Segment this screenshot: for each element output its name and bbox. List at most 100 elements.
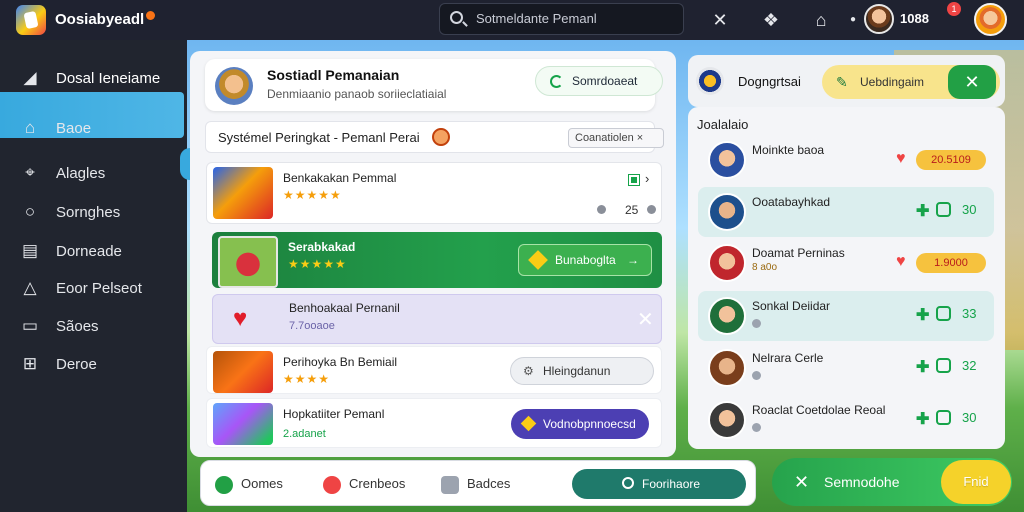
leaderboard-row[interactable]: Sonkal Deiidar ✚ 33 — [698, 291, 994, 341]
list-item-sub: 7.7ooaoe — [289, 320, 335, 332]
play-button[interactable]: Bunaboglta → — [518, 244, 652, 276]
sidebar-item-sornghes[interactable]: ○ Sornghes — [0, 194, 187, 230]
close-button[interactable]: ✕ — [948, 65, 996, 99]
toggle-icon[interactable] — [936, 202, 951, 217]
shape-icon: △ — [23, 278, 37, 297]
close-x-icon[interactable]: ✕ — [709, 9, 731, 31]
user-score: 1088 — [900, 11, 929, 26]
close-icon[interactable]: ✕ — [637, 307, 654, 332]
game-thumbnail — [218, 236, 278, 288]
status-dot-icon: ● — [849, 14, 857, 25]
primary-button[interactable]: Vodnobpnnoecsd — [511, 409, 649, 439]
player-score: 30 — [962, 202, 977, 217]
player-score: 32 — [962, 358, 977, 373]
toggle-icon[interactable] — [936, 306, 951, 321]
sidebar-item-label: Eoor Pelseot — [56, 280, 142, 297]
player-name: Nelrara Cerle — [752, 351, 824, 365]
find-button[interactable]: Fnid — [941, 460, 1011, 504]
chevron-right-icon[interactable]: › — [645, 171, 649, 186]
start-button[interactable]: ✕ Semnodohe Fnid — [772, 458, 1012, 506]
plus-icon[interactable]: ✚ — [916, 305, 929, 325]
sidebar-item-label: Sornghes — [56, 204, 121, 221]
player-avatar — [708, 193, 746, 231]
list-item[interactable]: Benkakakan Pemmal ★★★★★ › 25 — [206, 162, 662, 224]
list-item-sub: 2.adanet — [283, 428, 326, 440]
refresh-button[interactable]: Somrdoaeat — [535, 66, 663, 96]
list-item-title: Benhoakaal Pernanil — [289, 301, 400, 315]
app-logo-icon[interactable] — [16, 5, 46, 35]
plus-icon[interactable]: ✚ — [916, 357, 929, 377]
status-dot-icon — [752, 319, 761, 328]
app-title-text: Oosiabyeadl — [55, 11, 145, 28]
page-title: Sostiadl Pemanaian — [267, 67, 400, 83]
notification-badge: 1 — [947, 2, 961, 16]
sidebar-item-eoor-pelseot[interactable]: △ Eoor Pelseot — [0, 270, 187, 306]
primary-button-label: Vodnobpnnoecsd — [543, 417, 636, 431]
player-avatar — [708, 349, 746, 387]
header-card: Sostiadl Pemanaian Denmiaanio panaob sor… — [205, 59, 663, 111]
nav-item-badces[interactable]: Badces — [441, 472, 510, 496]
chat-bubble-icon[interactable]: ❖ — [760, 9, 782, 31]
player-score: 33 — [962, 306, 977, 321]
list-item[interactable]: Perihoyka Bn Bemiail ★★★★ ⚙ Hleingdanun — [206, 346, 662, 394]
leaderboard-row[interactable]: Ooatabayhkad ✚ 30 — [698, 187, 994, 237]
start-button-label: Semnodohe — [824, 474, 900, 490]
nav-item-label: Oomes — [241, 476, 283, 491]
sidebar: ◢ Dosal Ieneiame ⌂ Baoe ⌖ Alagles ○ Sorn… — [0, 40, 194, 512]
user-avatar[interactable] — [864, 4, 894, 34]
nav-item-label: Badces — [467, 476, 511, 491]
leaderboard-row[interactable]: Doamat Perninas 8 a0o ♥ 1.9000 — [698, 238, 994, 288]
player-name: Ooatabayhkad — [752, 195, 831, 209]
diamond-icon — [528, 250, 548, 270]
leaderboard-row[interactable]: Moinkte baoa ♥ 20.5109 — [698, 135, 994, 185]
search-input[interactable]: Sotmeldante Pemanl — [439, 3, 684, 35]
nav-item-label: Crenbeos — [349, 476, 406, 491]
nav-item-crenbeos[interactable]: Crenbeos — [323, 472, 405, 496]
filter-chip[interactable]: Coanatiolen × — [568, 128, 664, 148]
player-name: Moinkte baoa — [752, 143, 825, 157]
search-button-label: Foorihaore — [642, 477, 701, 491]
leaderboard-panel: Joalalaio Moinkte baoa ♥ 20.5109 Ooataba… — [688, 107, 1005, 449]
profile-avatar[interactable] — [974, 3, 1007, 36]
player-name: Doamat Perninas — [752, 246, 845, 260]
player-sub: 8 a0o — [752, 262, 778, 273]
plus-icon[interactable]: ✚ — [916, 409, 929, 429]
leaderboard-row[interactable]: Roaclat Coetdolae Reoal ✚ 30 — [698, 395, 994, 445]
page-subtitle: Denmiaanio panaob soriieclatiaial — [267, 87, 447, 101]
sidebar-item-dorneade[interactable]: ▤ Dorneade — [0, 233, 187, 269]
sidebar-item-home-active[interactable]: ◢ Dosal Ieneiame — [0, 60, 187, 96]
toggle-icon[interactable] — [936, 358, 951, 373]
secondary-button[interactable]: ⚙ Hleingdanun — [510, 357, 654, 385]
leaderboard-row[interactable]: Nelrara Cerle ✚ 32 — [698, 343, 994, 393]
item-count: 25 — [625, 203, 639, 217]
rating-stars: ★★★★ — [283, 372, 331, 386]
home-icon[interactable]: ⌂ — [810, 9, 832, 31]
plus-icon[interactable]: ✚ — [916, 201, 929, 221]
bottom-nav: Oomes Crenbeos Badces Foorihaore — [200, 460, 756, 506]
sidebar-item-saoes[interactable]: ▭ Sãoes — [0, 308, 187, 344]
list-item-favorite[interactable]: ♥ Benhoakaal Pernanil 7.7ooaoe ✕ — [212, 294, 662, 344]
arrow-icon: → — [627, 253, 639, 267]
chip-close-icon[interactable]: × — [637, 132, 643, 144]
list-item-title: Benkakakan Pemmal — [283, 171, 397, 185]
rating-stars: ★★★★★ — [283, 188, 342, 202]
sidebar-item-label: Alagles — [56, 165, 106, 182]
right-header-label: Dogngrtsai — [738, 74, 801, 89]
nav-item-oomes[interactable]: Oomes — [215, 472, 283, 496]
rating-stars: ★★★★★ — [288, 257, 347, 271]
list-item-selected[interactable]: Serabkakad ★★★★★ Bunaboglta → — [212, 232, 662, 288]
sidebar-item-baoe[interactable]: ⌂ Baoe — [0, 110, 187, 146]
sidebar-item-alagles[interactable]: ⌖ Alagles — [0, 155, 187, 191]
status-dot-icon — [752, 423, 761, 432]
sidebar-item-label: Baoe — [56, 120, 92, 137]
leaf-icon — [215, 475, 233, 494]
top-bar: Oosiabyeadl Sotmeldante Pemanl ✕ ❖ ⌂ ● 1… — [0, 0, 1024, 40]
system-ranking-bar: Systémel Peringkat - Pemanl Perai Coanat… — [205, 121, 664, 153]
search-button[interactable]: Foorihaore — [572, 469, 746, 499]
search-icon: ○ — [24, 202, 36, 221]
list-item[interactable]: Hopkatiiter Pemanl 2.adanet Vodnobpnnoec… — [206, 398, 662, 448]
toggle-icon[interactable] — [936, 410, 951, 425]
player-points: 1.9000 — [916, 253, 986, 273]
play-button-label: Bunaboglta — [555, 253, 616, 267]
sidebar-item-deroe[interactable]: ⊞ Deroe — [0, 346, 187, 382]
